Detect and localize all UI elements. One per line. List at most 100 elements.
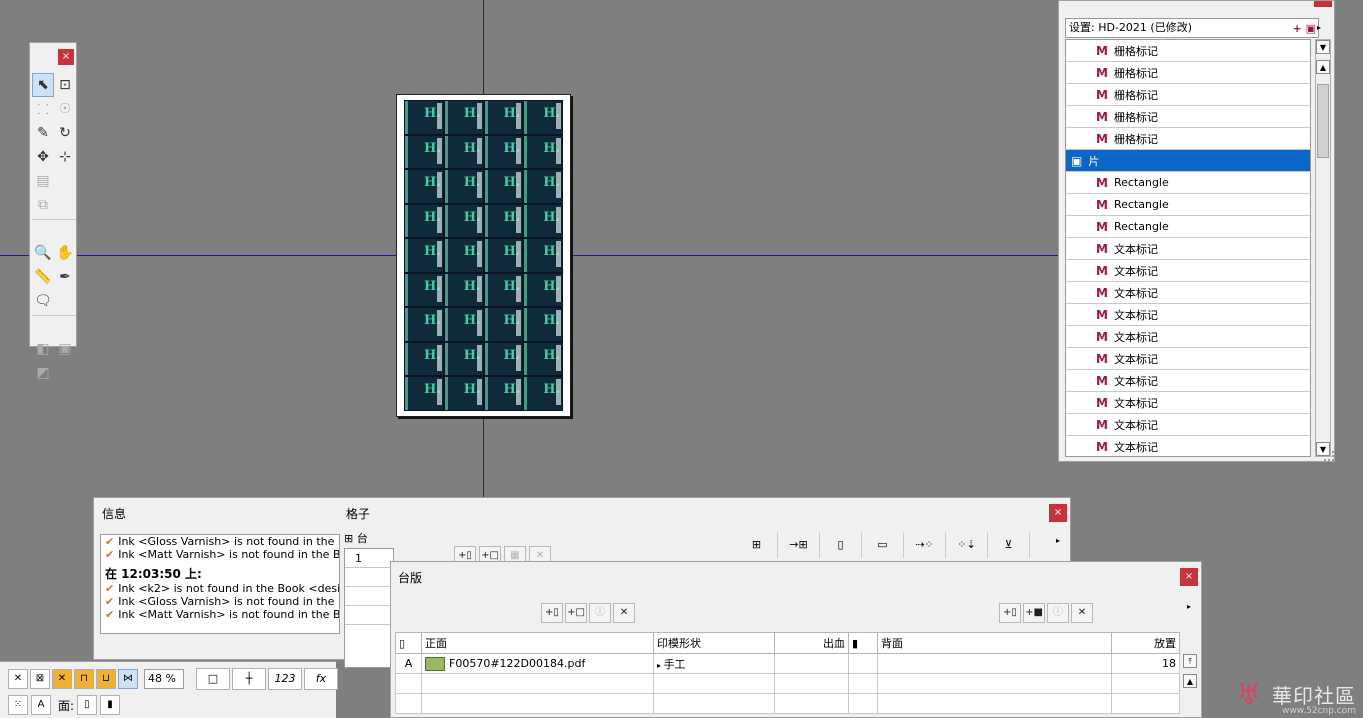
crosshair-view-icon[interactable]: ┼: [232, 668, 266, 690]
press-sheet-preview[interactable]: H. H. H. H. H. H. H. H. H. H. H. H. H. H. H. H. H. H. H. H.…: [396, 94, 571, 417]
insert-row-icon[interactable]: ⊞: [736, 532, 778, 558]
tree-row-mark[interactable]: M 文本标记: [1066, 348, 1310, 370]
tree-row-mark[interactable]: M Rectangle: [1066, 172, 1310, 194]
scroll-up-icon[interactable]: ▲: [1316, 60, 1330, 74]
resize-grip[interactable]: [1324, 451, 1334, 461]
back-delete-icon[interactable]: ✕: [1071, 603, 1093, 623]
tree-row-mark[interactable]: M 文本标记: [1066, 260, 1310, 282]
col-face[interactable]: 正面: [421, 632, 654, 654]
rotate-icon[interactable]: ↻: [54, 121, 76, 145]
back-file-cell[interactable]: [877, 653, 1112, 674]
col-bleed[interactable]: 出血: [774, 632, 849, 654]
toolbox-close-button[interactable]: ×: [58, 49, 74, 65]
front-page-icon[interactable]: ▯: [77, 695, 98, 715]
grid-panel-close-button[interactable]: ×: [1049, 504, 1067, 522]
plate-scrollbar[interactable]: ⤒ ▲: [1183, 654, 1197, 690]
stamp-icon[interactable]: ☉: [54, 97, 76, 121]
frame-view-icon[interactable]: □: [196, 668, 230, 690]
front-file-cell[interactable]: F00570#122D00184.pdf: [421, 653, 654, 674]
eraser-icon[interactable]: ◧: [32, 337, 54, 361]
tree-row-mark[interactable]: M 文本标记: [1066, 414, 1310, 436]
cut-icon[interactable]: ◩: [32, 361, 54, 385]
tree-row-mark[interactable]: M 栅格标记: [1066, 84, 1310, 106]
eyedropper-icon[interactable]: ✒: [54, 265, 76, 289]
grid-menu-arrow-icon[interactable]: ▸: [1056, 536, 1060, 545]
col-die-shape[interactable]: 印模形状: [653, 632, 775, 654]
tree-row-mark[interactable]: M 文本标记: [1066, 238, 1310, 260]
fx-button[interactable]: fx: [304, 668, 338, 690]
x-mark-frame-icon[interactable]: ⊠: [30, 669, 50, 689]
plate-scroll-up-icon[interactable]: ▲: [1183, 674, 1197, 688]
back-page-icon[interactable]: ▮: [100, 695, 121, 715]
marks-panel-close-button[interactable]: [1314, 1, 1332, 7]
grid-row[interactable]: [345, 568, 393, 587]
tree-row-sheet[interactable]: ▣ 片: [1066, 150, 1310, 172]
tree-row-mark[interactable]: M 文本标记: [1066, 282, 1310, 304]
distribute-h-icon[interactable]: ⇢⁘: [904, 532, 946, 558]
book-spread-icon[interactable]: ⊔: [96, 669, 116, 689]
add-front-page-icon[interactable]: +▯: [541, 603, 563, 623]
tree-row-mark[interactable]: M 文本标记: [1066, 392, 1310, 414]
tree-row-mark[interactable]: M 栅格标记: [1066, 106, 1310, 128]
add-back-page-icon[interactable]: +▯: [999, 603, 1021, 623]
tree-row-mark[interactable]: M Rectangle: [1066, 194, 1310, 216]
tree-row-mark[interactable]: M 文本标记: [1066, 370, 1310, 392]
text-icon[interactable]: A: [31, 695, 51, 715]
dots-grid-icon[interactable]: ⁙: [8, 695, 28, 715]
tree-row-mark[interactable]: M Rectangle: [1066, 216, 1310, 238]
fold-icon[interactable]: ▤: [32, 169, 54, 193]
select-frame-icon[interactable]: ⊡: [54, 73, 76, 97]
grid-row[interactable]: 1: [345, 549, 393, 568]
tree-row-mark[interactable]: M 文本标记: [1066, 326, 1310, 348]
zoom-field[interactable]: 48 %: [144, 669, 184, 689]
plate-menu-arrow-icon[interactable]: ▸: [1187, 602, 1191, 611]
tree-row-mark[interactable]: M 栅格标记: [1066, 128, 1310, 150]
add-front-frame-icon[interactable]: +□: [565, 603, 587, 623]
setting-selector[interactable]: 设置: HD-2021 (已修改) + ▣: [1065, 18, 1319, 38]
layers-icon[interactable]: ⧉: [32, 193, 54, 217]
panel-menu-arrow-icon[interactable]: ▸: [1317, 23, 1321, 32]
comment-icon[interactable]: 🗨: [32, 289, 54, 313]
book-open-icon[interactable]: ⊓: [74, 669, 94, 689]
ruler-icon[interactable]: 📏: [32, 265, 54, 289]
plate-panel-close-button[interactable]: ×: [1180, 568, 1198, 586]
hand-icon[interactable]: ✋: [54, 241, 76, 265]
grid-icon[interactable]: ⸬: [32, 97, 54, 121]
butterfly-icon[interactable]: ⋈: [118, 669, 138, 689]
add-back-frame-icon[interactable]: +■: [1023, 603, 1045, 623]
placement-count[interactable]: 18: [1111, 653, 1180, 674]
edit-icon[interactable]: ✎: [32, 121, 54, 145]
marks-scrollbar[interactable]: ▼ ▲ ▼: [1315, 39, 1331, 457]
x-mark-orange-icon[interactable]: ✕: [52, 669, 72, 689]
plate-row[interactable]: A F00570#122D00184.pdf ▸ 手工 18: [395, 653, 1180, 674]
distribute-v-icon[interactable]: ⁘⇣: [946, 532, 988, 558]
tree-row-mark[interactable]: M 文本标记: [1066, 304, 1310, 326]
front-info-icon[interactable]: ⓘ: [589, 603, 611, 623]
zoom-icon[interactable]: 🔍: [32, 241, 54, 265]
move-icon[interactable]: ✥: [32, 145, 54, 169]
tree-row-mark[interactable]: M 栅格标记: [1066, 40, 1310, 62]
back-info-icon[interactable]: ⓘ: [1047, 603, 1069, 623]
grid-row[interactable]: [345, 606, 393, 625]
col-back[interactable]: 背面: [877, 632, 1112, 654]
numbering-button[interactable]: 123: [268, 668, 302, 690]
die-shape-cell[interactable]: ▸ 手工: [653, 653, 775, 674]
grid-row[interactable]: [345, 587, 393, 606]
col-placement[interactable]: 放置: [1111, 632, 1180, 654]
tree-row-mark[interactable]: M 栅格标记: [1066, 62, 1310, 84]
bleed-cell[interactable]: [774, 653, 849, 674]
plate-scroll-top-icon[interactable]: ⤒: [1183, 654, 1197, 668]
pointer-icon[interactable]: ⬉: [32, 73, 54, 97]
insert-col-icon[interactable]: →⊞: [778, 532, 820, 558]
column-icon[interactable]: ▯: [820, 532, 862, 558]
row-icon[interactable]: ▭: [862, 532, 904, 558]
trim-icon[interactable]: ⊻: [988, 532, 1030, 558]
x-mark-icon[interactable]: ✕: [8, 669, 28, 689]
tree-row-mark[interactable]: M 文本标记: [1066, 436, 1310, 456]
crosshair-icon[interactable]: ⊹: [54, 145, 76, 169]
scroll-down-icon[interactable]: ▼: [1316, 40, 1330, 54]
scroll-thumb[interactable]: [1317, 84, 1329, 158]
add-mark-icon[interactable]: + ▣: [1293, 20, 1316, 38]
frame-icon[interactable]: ▣: [54, 337, 76, 361]
front-delete-icon[interactable]: ✕: [613, 603, 635, 623]
